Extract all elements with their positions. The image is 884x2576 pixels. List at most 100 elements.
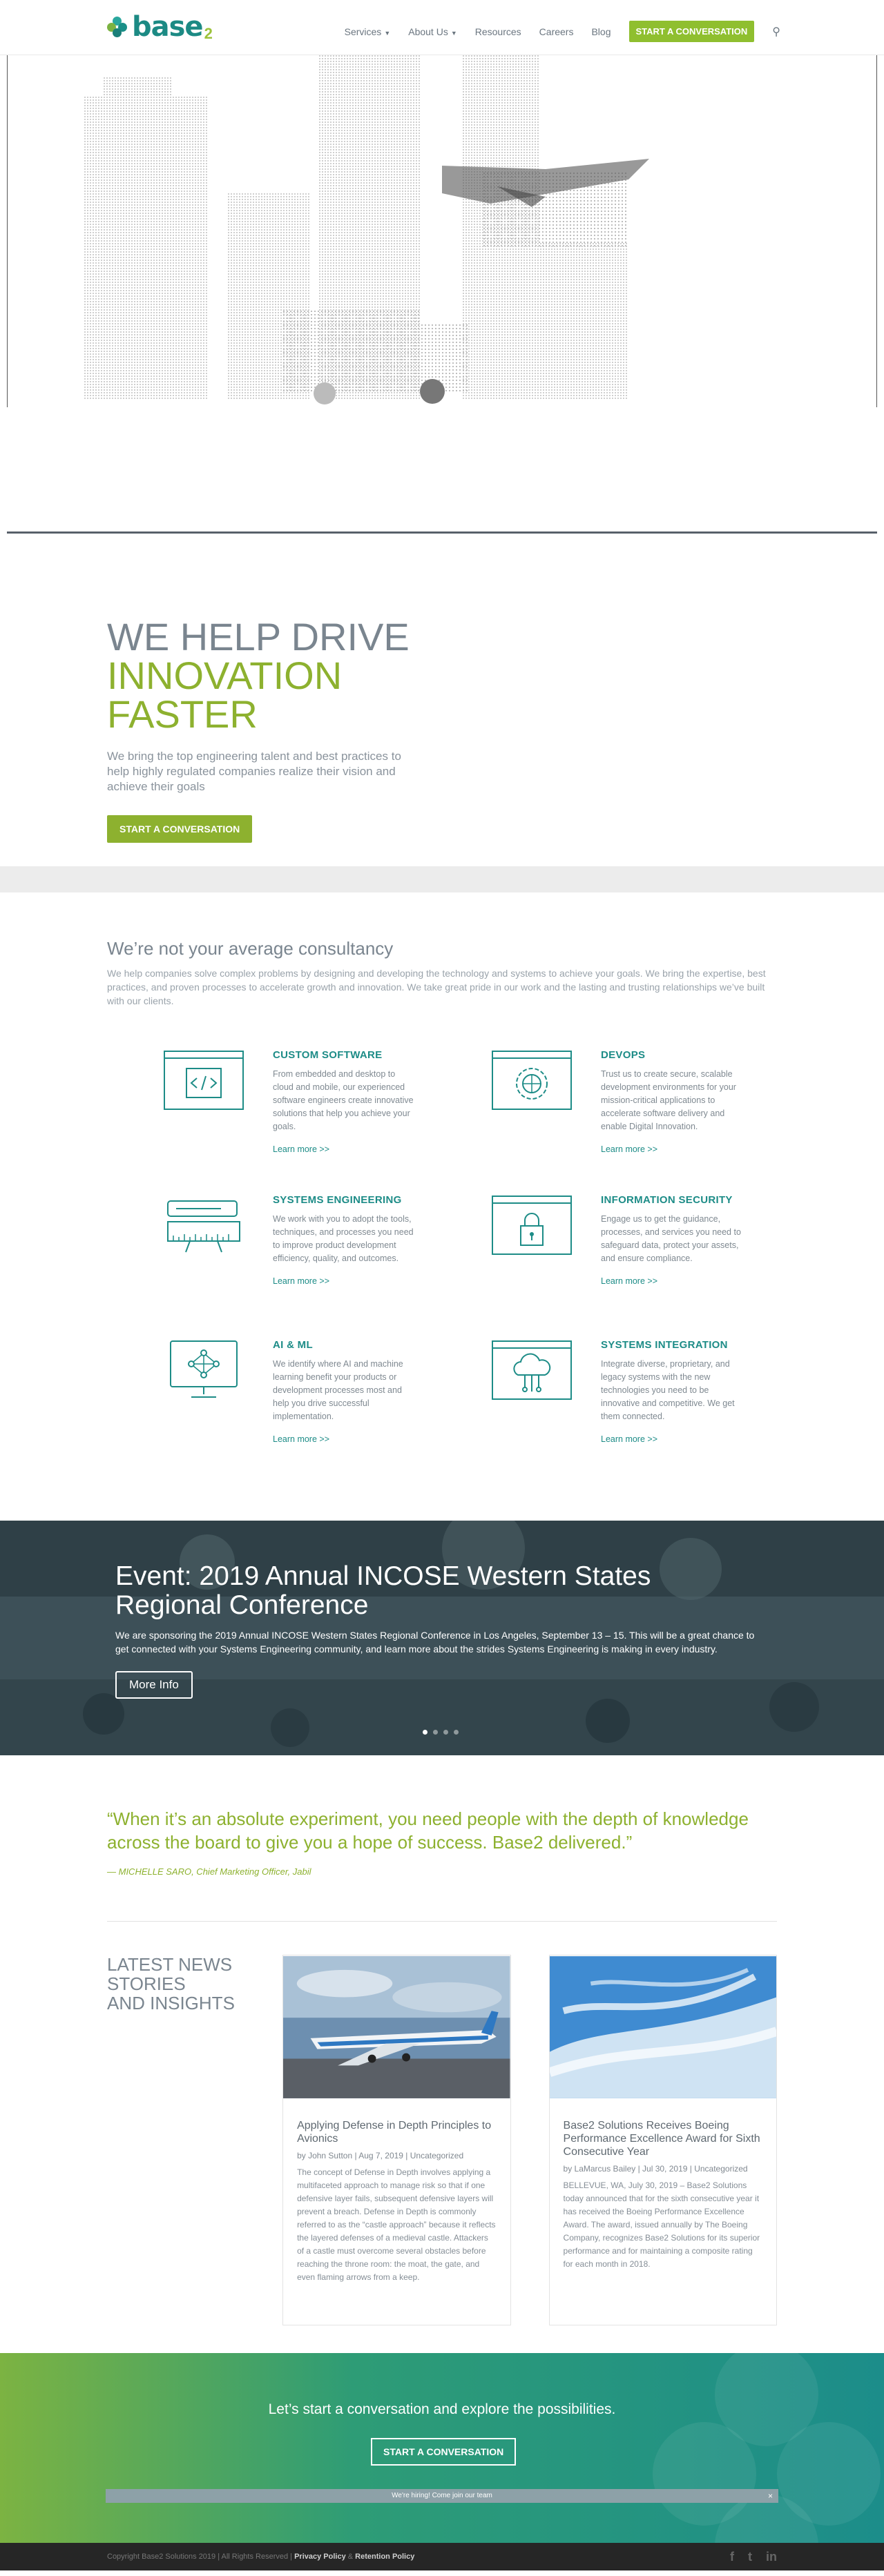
slider-dot[interactable] xyxy=(443,1730,448,1735)
search-icon[interactable]: ⚲ xyxy=(772,25,780,39)
service-custom-software: CUSTOM SOFTWARE From embedded and deskto… xyxy=(162,1049,449,1163)
learn-more-link[interactable]: Learn more >> xyxy=(601,1144,746,1154)
nav-item-careers[interactable]: Careers xyxy=(539,26,574,37)
code-window-icon xyxy=(164,1051,244,1110)
slider-dot[interactable] xyxy=(454,1730,459,1735)
cta-section: Let’s start a conversation and explore t… xyxy=(0,2353,884,2543)
start-conversation-button[interactable]: START A CONVERSATION xyxy=(628,21,755,42)
cloud-window-icon xyxy=(492,1340,572,1400)
linkedin-icon[interactable]: in xyxy=(766,2550,777,2564)
hiring-banner[interactable]: We're hiring! Come join our team × xyxy=(106,2489,778,2503)
social-links: f t in xyxy=(730,2550,777,2564)
learn-more-link[interactable]: Learn more >> xyxy=(273,1276,418,1286)
service-description: From embedded and desktop to cloud and m… xyxy=(273,1069,414,1131)
logo-superscript: 2 xyxy=(204,25,213,42)
gear-window-icon xyxy=(492,1051,572,1110)
slider-dot[interactable] xyxy=(433,1730,438,1735)
service-description: Integrate diverse, proprietary, and lega… xyxy=(601,1359,735,1421)
site-footer: Copyright Base2 Solutions 2019 | All Rig… xyxy=(0,2543,884,2570)
news-card-title[interactable]: Applying Defense in Depth Principles to … xyxy=(297,2119,496,2145)
service-description: Engage us to get the guidance, processes… xyxy=(601,1214,741,1263)
service-description: Trust us to create secure, scalable deve… xyxy=(601,1069,736,1131)
close-icon[interactable]: × xyxy=(768,2489,773,2503)
news-card[interactable]: Applying Defense in Depth Principles to … xyxy=(282,1955,511,2325)
copyright: Copyright Base2 Solutions 2019 | All Rig… xyxy=(107,2553,414,2561)
headline-line-2: INNOVATION xyxy=(107,654,343,697)
service-title: SYSTEMS ENGINEERING xyxy=(273,1194,402,1206)
gray-band xyxy=(0,866,884,892)
testimonial: “When it’s an absolute experiment, you n… xyxy=(0,1755,884,1921)
main-nav: Services ▼ About Us ▼ Resources Careers Bl… xyxy=(345,21,780,42)
service-systems-integration: SYSTEMS INTEGRATION Integrate diverse, p… xyxy=(490,1339,777,1453)
service-title: AI & ML xyxy=(273,1339,313,1351)
site-header: base 2 Services ▼ About Us ▼ Resources Car… xyxy=(0,0,884,55)
hero-illustration xyxy=(0,55,884,407)
service-title: INFORMATION SECURITY xyxy=(601,1194,733,1206)
news-card-excerpt: The concept of Defense in Depth involves… xyxy=(297,2167,496,2282)
services-lead: We help companies solve complex problems… xyxy=(107,968,766,1006)
neural-network-icon xyxy=(170,1340,238,1398)
headline-line-1: WE HELP DRIVE xyxy=(107,615,410,658)
intro-start-conversation-button[interactable]: START A CONVERSATION xyxy=(107,815,253,843)
logo-wordmark: base xyxy=(132,11,204,43)
news-title-line-1: LATEST NEWS xyxy=(107,1954,233,1975)
learn-more-link[interactable]: Learn more >> xyxy=(273,1144,418,1154)
more-info-button[interactable]: More Info xyxy=(115,1671,193,1699)
clover-logo-icon xyxy=(107,17,128,37)
intro-section: WE HELP DRIVE INNOVATION FASTER We bring… xyxy=(0,531,884,866)
twitter-icon[interactable]: t xyxy=(748,2550,752,2564)
city-illustration xyxy=(83,55,649,404)
service-title: CUSTOM SOFTWARE xyxy=(273,1049,383,1061)
hero-spacer xyxy=(0,407,884,531)
services-grid: CUSTOM SOFTWARE From embedded and deskto… xyxy=(107,1049,777,1453)
service-information-security: INFORMATION SECURITY Engage us to get th… xyxy=(490,1194,777,1308)
service-devops: DEVOPS Trust us to create secure, scalab… xyxy=(490,1049,777,1163)
news-card-title[interactable]: Base2 Solutions Receives Boeing Performa… xyxy=(564,2119,762,2158)
services-title: We’re not your average consultancy xyxy=(107,938,394,959)
copyright-text: Copyright Base2 Solutions 2019 | All Rig… xyxy=(107,2553,293,2561)
learn-more-link[interactable]: Learn more >> xyxy=(601,1276,746,1286)
service-title: SYSTEMS INTEGRATION xyxy=(601,1339,728,1351)
slider-pagination xyxy=(423,1730,459,1735)
slider-dot[interactable] xyxy=(423,1730,427,1735)
privacy-policy-link[interactable]: Privacy Policy xyxy=(294,2553,346,2561)
retention-policy-link[interactable]: Retention Policy xyxy=(355,2553,414,2561)
learn-more-link[interactable]: Learn more >> xyxy=(601,1434,746,1444)
intro-body: We bring the top engineering talent and … xyxy=(107,750,401,793)
nav-item-resources[interactable]: Resources xyxy=(475,26,521,37)
news-title-line-3: AND INSIGHTS xyxy=(107,1993,235,2013)
cta-start-conversation-button[interactable]: START A CONVERSATION xyxy=(371,2438,517,2466)
chevron-down-icon: ▼ xyxy=(384,29,391,37)
services-section: We’re not your average consultancy We he… xyxy=(0,892,884,1521)
service-title: DEVOPS xyxy=(601,1049,646,1061)
news-card-meta: by John Sutton | Aug 7, 2019 | Uncategor… xyxy=(297,2151,464,2160)
base2-logo[interactable]: base 2 xyxy=(107,11,213,43)
event-description: We are sponsoring the 2019 Annual INCOSE… xyxy=(115,1630,755,1655)
amp-separator: & xyxy=(347,2553,354,2561)
nav-item-about-us[interactable]: About Us ▼ xyxy=(408,26,457,37)
sky-clouds-image[interactable] xyxy=(548,1955,778,2099)
event-slider: Event: 2019 Annual INCOSE Western States… xyxy=(0,1521,884,1755)
intro-headline: WE HELP DRIVE INNOVATION FASTER xyxy=(107,618,884,734)
news-card[interactable]: Base2 Solutions Receives Boeing Performa… xyxy=(548,1955,778,2325)
chevron-down-icon: ▼ xyxy=(450,29,457,37)
news-title: LATEST NEWS STORIES AND INSIGHTS xyxy=(107,1955,244,2325)
event-content: Event: 2019 Annual INCOSE Western States… xyxy=(115,1562,758,1699)
news-card-excerpt: BELLEVUE, WA, July 30, 2019 – Base2 Solu… xyxy=(563,2180,760,2269)
nav-item-services[interactable]: Services ▼ xyxy=(345,26,391,37)
clover-watermark-icon xyxy=(653,2353,881,2543)
service-systems-engineering: SYSTEMS ENGINEERING We work with you to … xyxy=(162,1194,449,1308)
facebook-icon[interactable]: f xyxy=(730,2550,734,2564)
headline-line-3: FASTER xyxy=(107,692,258,736)
news-section: LATEST NEWS STORIES AND INSIGHTS Applyin… xyxy=(0,1922,884,2353)
testimonial-quote: “When it’s an absolute experiment, you n… xyxy=(107,1808,749,1853)
event-title: Event: 2019 Annual INCOSE Western States… xyxy=(115,1561,651,1620)
cta-headline: Let’s start a conversation and explore t… xyxy=(268,2401,616,2417)
hiring-banner-text[interactable]: We're hiring! Come join our team xyxy=(392,2492,492,2499)
nav-item-blog[interactable]: Blog xyxy=(591,26,611,37)
service-description: We work with you to adopt the tools, tec… xyxy=(273,1214,414,1263)
airplane-image[interactable] xyxy=(283,1955,510,2099)
news-card-meta: by LaMarcus Bailey | Jul 30, 2019 | Unca… xyxy=(563,2164,748,2174)
service-description: We identify where AI and machine learnin… xyxy=(273,1359,403,1421)
learn-more-link[interactable]: Learn more >> xyxy=(273,1434,418,1444)
